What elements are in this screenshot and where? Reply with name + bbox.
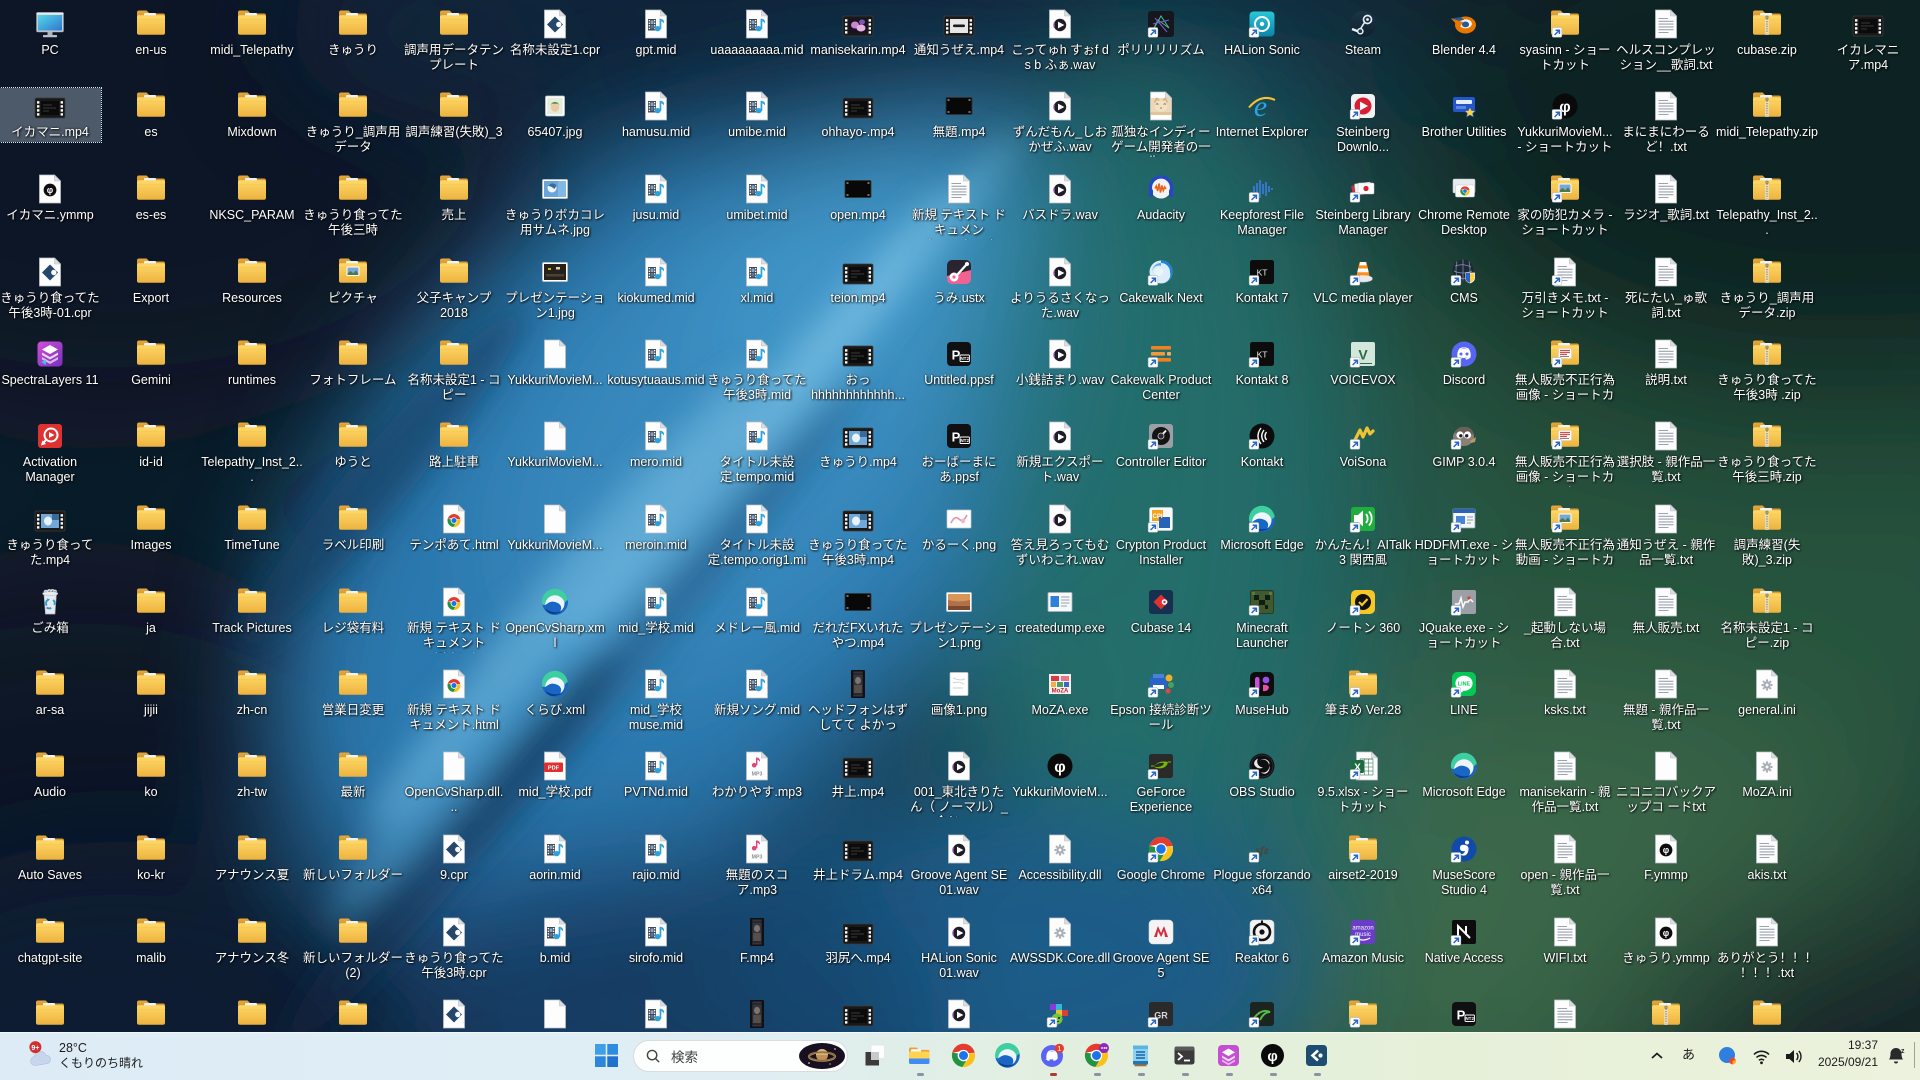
svg-text:1: 1 xyxy=(1057,1044,1061,1053)
svg-text:φ: φ xyxy=(1267,1049,1277,1065)
svg-text:z: z xyxy=(1901,1048,1905,1055)
svg-text:9+: 9+ xyxy=(31,1044,39,1052)
